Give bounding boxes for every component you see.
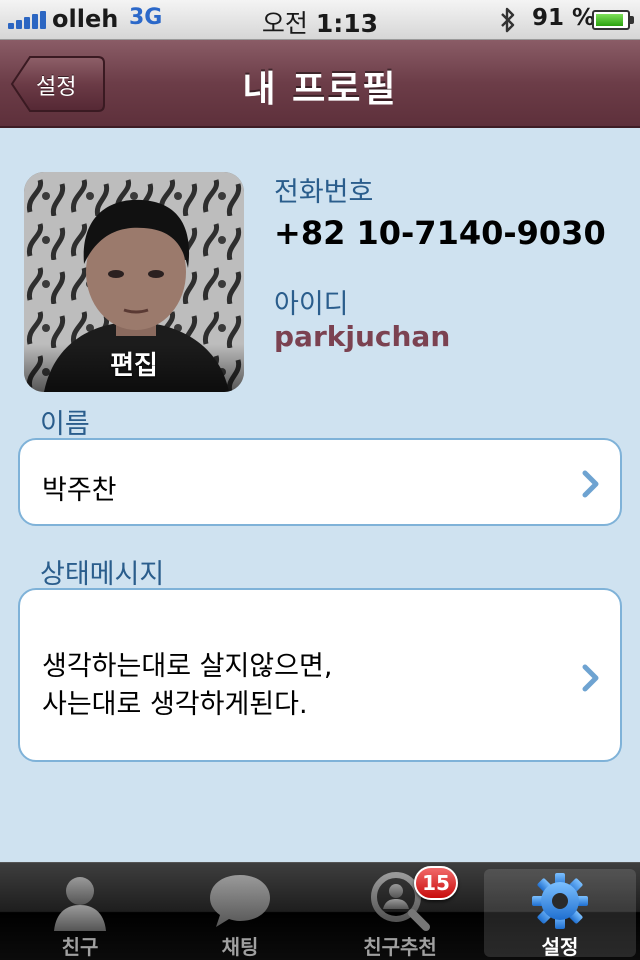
battery-percent: 91 %	[532, 5, 596, 31]
chat-bubble-icon	[210, 875, 270, 927]
clock-time: 1:13	[315, 9, 379, 38]
tab-settings[interactable]: 설정	[480, 863, 640, 960]
tab-bar: 친구 채팅 친구추천 설정	[0, 862, 640, 960]
friend-recommend-badge: 15	[414, 866, 458, 900]
status-message-line1: 생각하는대로 살지않으면,	[42, 651, 333, 682]
avatar-edit-label: 편집	[24, 344, 244, 392]
chevron-right-icon	[582, 470, 599, 498]
name-value: 박주찬	[42, 475, 117, 506]
tab-settings-label: 설정	[541, 935, 579, 959]
status-bar: olleh 3G 오전 1:13 91 %	[0, 0, 640, 40]
status-message-line2: 사는대로 생각하게된다.	[42, 689, 308, 720]
id-value: parkjuchan	[274, 320, 451, 353]
phone-label: 전화번호	[274, 177, 374, 208]
bluetooth-icon	[501, 7, 515, 33]
id-label: 아이디	[274, 289, 349, 320]
avatar[interactable]: 편집	[24, 172, 244, 392]
page-title: 내 프로필	[242, 69, 398, 110]
status-message-cell[interactable]: 생각하는대로 살지않으면, 사는대로 생각하게된다.	[18, 588, 622, 762]
name-section-label: 이름	[40, 409, 90, 440]
tab-friend-recommend-label: 친구추천	[363, 935, 437, 959]
clock-ampm: 오전	[261, 9, 308, 38]
name-cell[interactable]: 박주찬	[18, 438, 622, 526]
gear-icon	[532, 873, 588, 929]
tab-chat[interactable]: 채팅	[160, 863, 320, 960]
status-section-label: 상태메시지	[40, 559, 165, 590]
phone-value: +82 10-7140-9030	[274, 214, 606, 252]
chevron-right-icon	[582, 664, 599, 692]
battery-icon	[592, 10, 634, 30]
tab-chat-label: 채팅	[221, 935, 259, 959]
nav-bar: 설정 내 프로필	[0, 40, 640, 128]
tab-friends[interactable]: 친구	[0, 863, 160, 960]
person-icon	[54, 877, 106, 931]
tab-friends-label: 친구	[61, 935, 99, 959]
